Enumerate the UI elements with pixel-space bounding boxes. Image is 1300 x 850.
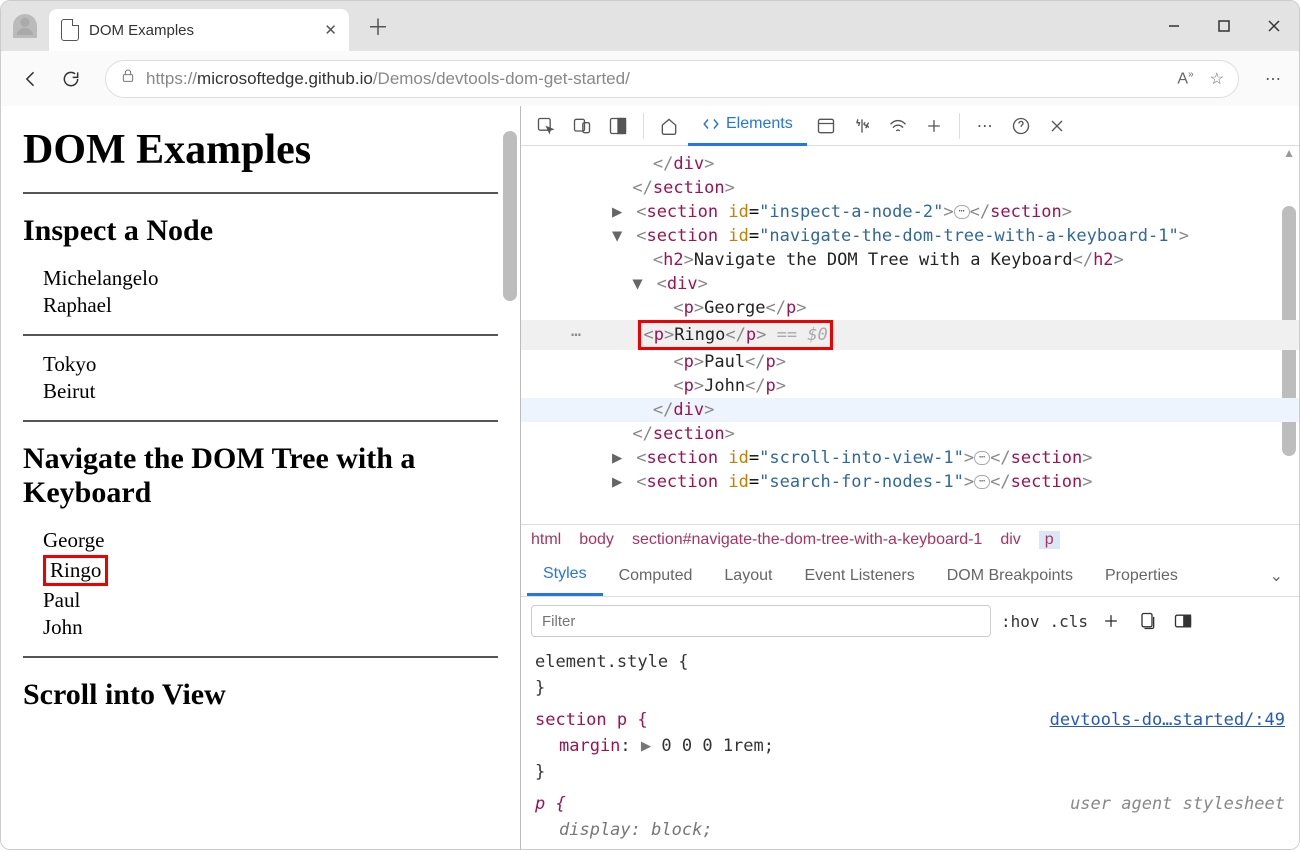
properties-tab[interactable]: Properties	[1089, 557, 1194, 595]
minimize-button[interactable]	[1149, 1, 1199, 51]
list-item: Raphael	[43, 293, 498, 318]
titlebar: DOM Examples ✕ ＋	[1, 1, 1299, 51]
crumb-div[interactable]: div	[1000, 531, 1020, 549]
layout-tab[interactable]: Layout	[708, 557, 788, 595]
styles-tabs: Styles Computed Layout Event Listeners D…	[521, 555, 1299, 597]
close-devtools-icon[interactable]	[1040, 109, 1074, 143]
cls-toggle[interactable]: .cls	[1050, 612, 1089, 631]
favorite-icon[interactable]: ☆	[1210, 69, 1224, 89]
page-h1: DOM Examples	[23, 126, 498, 174]
more-tools-icon[interactable]: ⋯	[968, 109, 1002, 143]
selected-tree-node[interactable]: ⋯ <p>Ringo</p> == $0	[521, 320, 1299, 350]
back-button[interactable]	[11, 59, 51, 99]
event-listeners-tab[interactable]: Event Listeners	[788, 557, 930, 595]
url-text: https://microsoftedge.github.io/Demos/de…	[146, 69, 630, 89]
page-content: DOM Examples Inspect a Node Michelangelo…	[1, 106, 520, 849]
lock-icon	[120, 67, 136, 90]
dock-side-icon[interactable]	[601, 109, 635, 143]
element-style-rule[interactable]: element.style { }	[535, 649, 1285, 701]
browser-window: DOM Examples ✕ ＋ https://microsoftedge.g…	[0, 0, 1300, 850]
page-scrollbar[interactable]	[503, 116, 517, 849]
page-favicon	[61, 19, 79, 41]
dom-breakpoints-tab[interactable]: DOM Breakpoints	[931, 557, 1089, 595]
address-bar[interactable]: https://microsoftedge.github.io/Demos/de…	[105, 60, 1239, 98]
highlighted-element: Ringo	[43, 555, 108, 586]
dom-breadcrumb[interactable]: html body section#navigate-the-dom-tree-…	[521, 524, 1299, 555]
elements-tab[interactable]: Elements	[688, 106, 807, 146]
styles-filter-row: :hov .cls	[521, 597, 1299, 645]
console-tab-icon[interactable]	[809, 109, 843, 143]
help-icon[interactable]	[1004, 109, 1038, 143]
new-style-rule-icon[interactable]	[1098, 608, 1124, 634]
divider	[23, 192, 498, 194]
welcome-tab-icon[interactable]	[652, 109, 686, 143]
list-item: Paul	[43, 588, 498, 613]
css-rule[interactable]: section p {devtools-do…started/:49 margi…	[535, 707, 1285, 785]
tab-title: DOM Examples	[89, 22, 194, 39]
styles-filter-input[interactable]	[531, 605, 991, 637]
device-emulation-icon[interactable]	[565, 109, 599, 143]
devtools-toolbar: Elements ⋯	[521, 106, 1299, 146]
crumb-p[interactable]: p	[1039, 531, 1060, 549]
read-aloud-icon[interactable]: A»	[1177, 69, 1193, 88]
list-item: George	[43, 528, 498, 553]
list-item: Beirut	[43, 379, 498, 404]
refresh-button[interactable]	[51, 59, 91, 99]
window-controls	[1149, 1, 1299, 51]
crumb-body[interactable]: body	[579, 531, 614, 549]
hov-toggle[interactable]: :hov	[1001, 612, 1040, 631]
section-inspect-title: Inspect a Node	[23, 214, 498, 248]
more-tabs-icon[interactable]: ⌄	[1260, 556, 1293, 596]
add-tab-icon[interactable]	[917, 109, 951, 143]
dom-tree[interactable]: </div> </section> ▶ <section id="inspect…	[521, 146, 1299, 524]
tab-close-icon[interactable]: ✕	[324, 21, 337, 39]
section-navigate-title: Navigate the DOM Tree with a Keyboard	[23, 442, 498, 510]
divider	[23, 656, 498, 658]
close-window-button[interactable]	[1249, 1, 1299, 51]
divider	[23, 334, 498, 336]
highlighted-tree-node: <p>Ringo</p> == $0	[638, 320, 832, 350]
styles-tab[interactable]: Styles	[527, 555, 603, 596]
inspect-element-icon[interactable]	[529, 109, 563, 143]
profile-icon[interactable]	[13, 14, 37, 38]
list-item: John	[43, 615, 498, 640]
source-link[interactable]: devtools-do…started/:49	[1050, 707, 1285, 733]
divider	[23, 420, 498, 422]
list-item: Tokyo	[43, 352, 498, 377]
more-menu-button[interactable]: ⋯	[1257, 63, 1289, 95]
address-bar-row: https://microsoftedge.github.io/Demos/de…	[1, 51, 1299, 106]
new-tab-button[interactable]: ＋	[367, 10, 389, 42]
toggle-computed-icon[interactable]	[1170, 608, 1196, 634]
devtools-panel: Elements ⋯ ▲ </div> </section>	[521, 106, 1299, 849]
browser-tab[interactable]: DOM Examples ✕	[49, 9, 349, 51]
network-tab-icon[interactable]	[881, 109, 915, 143]
crumb-section[interactable]: section#navigate-the-dom-tree-with-a-key…	[632, 531, 982, 549]
copy-styles-icon[interactable]	[1134, 608, 1160, 634]
maximize-button[interactable]	[1199, 1, 1249, 51]
sources-tab-icon[interactable]	[845, 109, 879, 143]
list-item: Michelangelo	[43, 266, 498, 291]
list-item: Ringo	[43, 555, 498, 586]
content-area: DOM Examples Inspect a Node Michelangelo…	[1, 106, 1299, 849]
styles-rules: element.style { } section p {devtools-do…	[521, 645, 1299, 849]
section-scroll-title: Scroll into View	[23, 678, 498, 712]
css-rule-ua[interactable]: p {user agent stylesheet display: block;	[535, 791, 1285, 843]
computed-tab[interactable]: Computed	[603, 557, 709, 595]
page-viewport: DOM Examples Inspect a Node Michelangelo…	[1, 106, 521, 849]
crumb-html[interactable]: html	[531, 531, 561, 549]
